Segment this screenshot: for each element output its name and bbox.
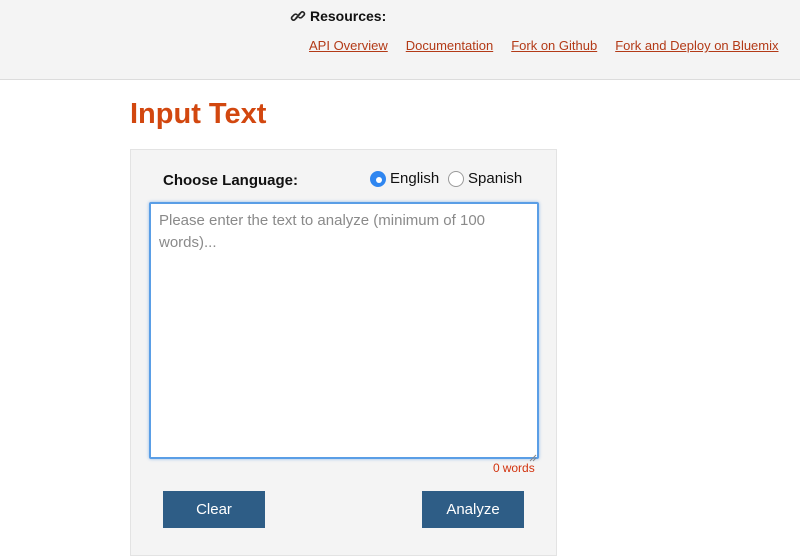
word-count-unit: words <box>502 461 535 475</box>
resize-grip-icon[interactable] <box>529 449 537 462</box>
analyze-button[interactable]: Analyze <box>422 491 524 528</box>
radio-english-indicator[interactable] <box>370 170 386 187</box>
link-api-overview[interactable]: API Overview <box>309 38 388 53</box>
link-fork-and-deploy-bluemix[interactable]: Fork and Deploy on Bluemix <box>615 38 778 53</box>
text-input[interactable] <box>149 202 539 459</box>
top-header: Resources: API Overview Documentation Fo… <box>0 0 800 80</box>
word-count-value: 0 <box>493 461 500 475</box>
page-title: Input Text <box>130 98 267 130</box>
radio-spanish-label: Spanish <box>468 170 523 187</box>
radio-spanish[interactable]: Spanish <box>448 170 522 187</box>
link-documentation[interactable]: Documentation <box>406 38 493 53</box>
clear-button[interactable]: Clear <box>163 491 265 528</box>
resources-label: Resources: <box>310 8 387 24</box>
word-count: 0 words <box>493 461 538 475</box>
link-icon <box>290 8 306 24</box>
radio-spanish-indicator[interactable] <box>448 170 464 187</box>
resources-heading: Resources: <box>290 8 386 24</box>
language-label: Choose Language: <box>163 172 299 189</box>
resource-links: API Overview Documentation Fork on Githu… <box>309 38 779 53</box>
link-fork-on-github[interactable]: Fork on Github <box>511 38 597 53</box>
input-panel: Choose Language: English Spanish 0words … <box>130 149 557 556</box>
radio-english-label: English <box>390 170 440 187</box>
radio-english[interactable]: English <box>370 170 439 187</box>
